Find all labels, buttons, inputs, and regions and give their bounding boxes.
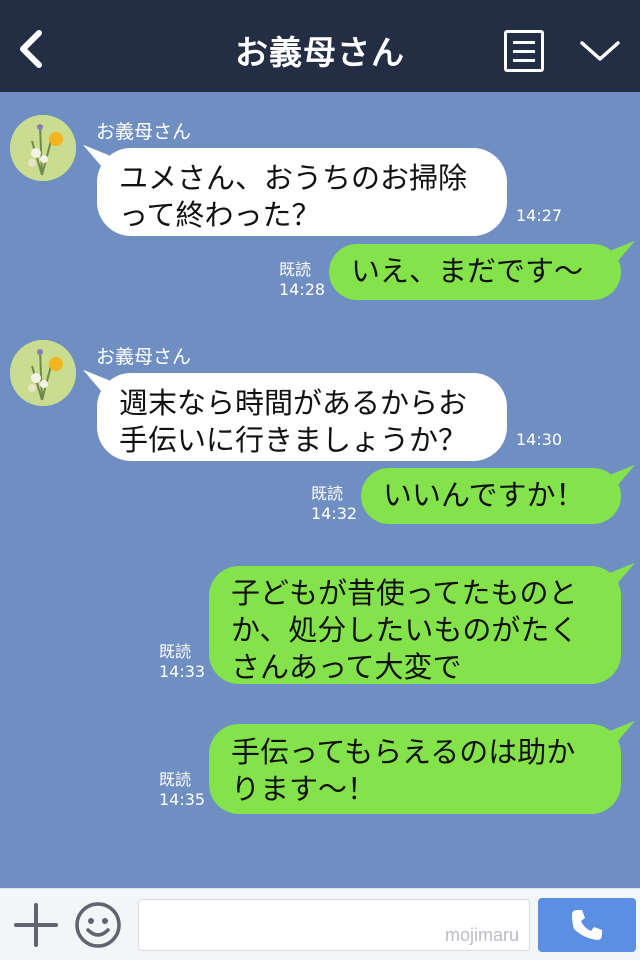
read-label: 既読	[279, 260, 312, 279]
message-time: 14:35	[159, 790, 206, 809]
message-line: 週末なら時間があるからお	[119, 386, 468, 420]
add-button[interactable]	[14, 903, 58, 947]
flower-avatar-icon	[10, 340, 76, 406]
input-bar: mojimaru	[0, 888, 640, 960]
read-receipt: 既読 14:28	[279, 260, 325, 300]
message-line: いいんですか！	[383, 478, 585, 512]
message-line: 手伝いに行きましょうか？	[119, 423, 468, 457]
smiley-icon	[75, 902, 121, 948]
sender-name: お義母さん	[96, 346, 192, 368]
outgoing-message-bubble[interactable]: いいんですか！	[361, 468, 621, 524]
message-line: ります〜！	[231, 772, 377, 806]
message-line: か、処分したいものがたく	[231, 613, 579, 647]
chevron-down-icon	[580, 41, 620, 61]
sender-name: お義母さん	[96, 121, 192, 143]
message-time: 14:27	[516, 206, 563, 225]
message-time: 14:32	[311, 504, 358, 523]
message-time: 14:30	[516, 430, 563, 449]
message-line: 子どもが昔使ってたものと	[231, 576, 578, 610]
avatar[interactable]	[10, 340, 76, 406]
incoming-message-bubble[interactable]: ユメさん、おうちのお掃除 って終わった？	[97, 148, 507, 236]
avatar[interactable]	[10, 115, 76, 181]
read-label: 既読	[311, 484, 344, 503]
plus-icon	[14, 903, 58, 947]
menu-button[interactable]	[504, 30, 544, 72]
message-line: ユメさん、おうちのお掃除	[119, 161, 468, 195]
outgoing-message-bubble[interactable]: 手伝ってもらえるのは助か ります〜！	[209, 724, 621, 814]
chat-header: お義母さん	[0, 0, 640, 92]
menu-list-icon	[513, 40, 535, 44]
phone-icon	[572, 910, 602, 940]
collapse-button[interactable]	[574, 32, 626, 72]
outgoing-message-bubble[interactable]: 子どもが昔使ってたものと か、処分したいものがたく さんあって大変で	[209, 566, 621, 684]
flower-avatar-icon	[10, 115, 76, 181]
watermark: mojimaru	[444, 925, 519, 945]
message-line: って終わった？	[119, 198, 321, 232]
message-input[interactable]: mojimaru	[138, 899, 530, 951]
read-receipt: 既読 14:35	[159, 770, 205, 810]
chat-area[interactable]: お義母さん ユメさん、おうちのお掃除 って終わった？ 14:27 既読 14:2…	[0, 92, 640, 888]
outgoing-message-bubble[interactable]: いえ、まだです〜	[329, 244, 621, 300]
message-line: さんあって大変で	[231, 650, 462, 684]
read-receipt: 既読 14:33	[159, 642, 205, 682]
read-label: 既読	[159, 642, 192, 661]
read-label: 既読	[159, 770, 192, 789]
message-time: 14:28	[279, 280, 326, 299]
call-button[interactable]	[538, 898, 636, 952]
message-time: 14:33	[159, 662, 206, 681]
message-line: いえ、まだです〜	[351, 254, 584, 288]
emoji-button[interactable]	[74, 901, 122, 949]
incoming-message-bubble[interactable]: 週末なら時間があるからお 手伝いに行きましょうか？	[97, 373, 507, 461]
message-line: 手伝ってもらえるのは助か	[231, 735, 576, 769]
chat-title: お義母さん	[235, 33, 405, 72]
read-receipt: 既読 14:32	[311, 484, 357, 524]
